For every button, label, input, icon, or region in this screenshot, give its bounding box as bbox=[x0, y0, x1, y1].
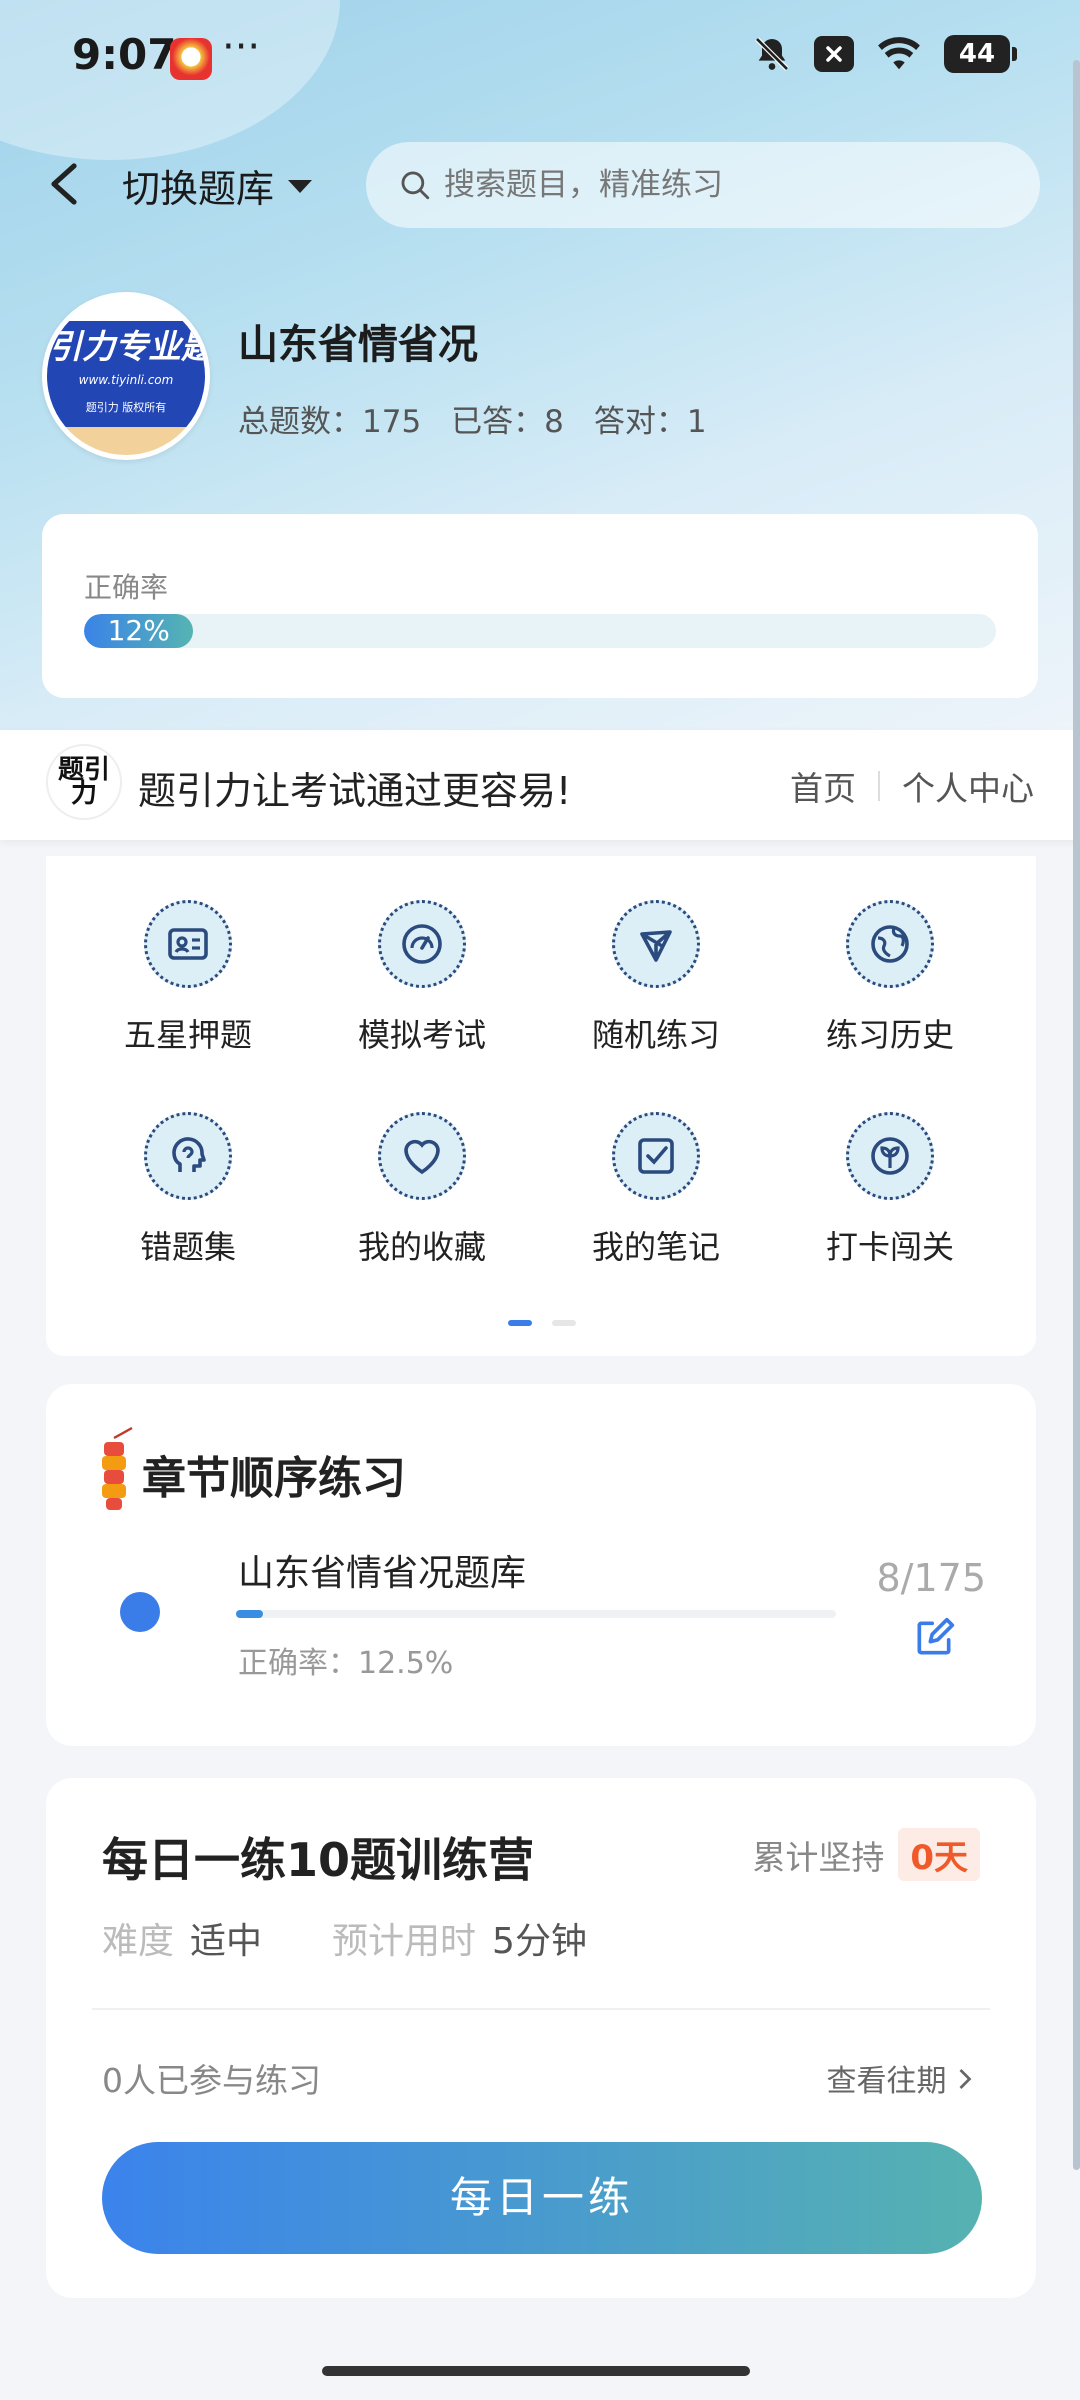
accuracy-label: 正确率 bbox=[84, 571, 169, 604]
network-icon bbox=[612, 900, 700, 988]
accuracy-progress-bar: 12% bbox=[84, 614, 996, 648]
bank-stats: 总题数：175 已答：8 答对：1 bbox=[238, 396, 707, 441]
grid-item-wrong-questions[interactable]: 错题集 bbox=[88, 1112, 288, 1268]
chapter-title: 章节顺序练习 bbox=[142, 1453, 406, 1504]
daily-practice-card: 每日一练10题训练营 累计坚持 0天 难度 适中 预计用时 5分钟 0人已参与练习 … bbox=[46, 1778, 1036, 2298]
speedometer-icon bbox=[378, 900, 466, 988]
pager-dot[interactable] bbox=[552, 1320, 576, 1326]
promo-banner: 题引力 题引力让考试通过更容易! 首页 个人中心 bbox=[0, 730, 1080, 840]
divider bbox=[92, 2008, 990, 2010]
chapter-practice-card: 章节顺序练习 山东省情省况题库 正确率：12.5% 8/175 bbox=[46, 1384, 1036, 1746]
home-indicator[interactable] bbox=[322, 2366, 750, 2376]
status-time: 9:07 bbox=[72, 30, 177, 79]
estimated-time: 预计用时 5分钟 bbox=[332, 1921, 587, 1962]
days-badge: 0天 bbox=[898, 1828, 980, 1881]
daily-practice-button[interactable]: 每日一练 bbox=[102, 2142, 982, 2254]
banner-slogan: 题引力让考试通过更容易! bbox=[138, 769, 572, 813]
switch-bank-label: 切换题库 bbox=[122, 167, 275, 211]
heart-icon bbox=[378, 1112, 466, 1200]
grid-item-notes[interactable]: 我的笔记 bbox=[556, 1112, 756, 1268]
chapter-accuracy: 正确率：12.5% bbox=[238, 1646, 454, 1681]
search-bar[interactable] bbox=[366, 142, 1040, 228]
difficulty: 难度 适中 bbox=[102, 1921, 263, 1962]
daily-meta: 难度 适中 预计用时 5分钟 bbox=[102, 1912, 587, 1964]
bell-muted-icon bbox=[755, 37, 789, 71]
nav-divider bbox=[878, 771, 880, 801]
accuracy-card: 正确率 12% bbox=[42, 514, 1038, 698]
wifi-icon bbox=[878, 37, 920, 70]
grid-item-random-practice[interactable]: 随机练习 bbox=[556, 900, 756, 1056]
stat-correct: 答对：1 bbox=[593, 404, 707, 440]
chapter-progress-fill bbox=[236, 1610, 264, 1618]
grid-item-favorites[interactable]: 我的收藏 bbox=[322, 1112, 522, 1268]
chapter-count: 8/175 bbox=[876, 1556, 986, 1600]
chapter-bank-name[interactable]: 山东省情省况题库 bbox=[238, 1544, 526, 1596]
pager-dot-active[interactable] bbox=[508, 1320, 532, 1326]
head-icon bbox=[144, 1112, 232, 1200]
app-notification-icon bbox=[170, 38, 212, 80]
search-input[interactable] bbox=[444, 167, 1004, 203]
grid-pager bbox=[508, 1320, 576, 1326]
search-icon bbox=[401, 171, 430, 200]
bank-title: 山东省情省况 bbox=[238, 322, 478, 368]
grid-item-five-star[interactable]: 五星押题 bbox=[88, 900, 288, 1056]
participants-count: 0人已参与练习 bbox=[102, 2061, 321, 2100]
nav-home-link[interactable]: 首页 bbox=[790, 762, 856, 810]
nav-profile-link[interactable]: 个人中心 bbox=[902, 762, 1034, 810]
id-card-icon bbox=[144, 900, 232, 988]
accuracy-progress-fill: 12% bbox=[84, 614, 194, 648]
chapter-indicator-dot bbox=[120, 1592, 160, 1632]
caret-down-icon bbox=[288, 179, 313, 193]
tiyinli-logo: 题引力 bbox=[46, 744, 122, 820]
chapter-progress-bar bbox=[236, 1610, 836, 1618]
edit-icon[interactable] bbox=[912, 1616, 956, 1660]
view-history-link[interactable]: 查看往期 bbox=[826, 2056, 974, 2100]
back-icon[interactable] bbox=[46, 162, 86, 206]
close-box-icon bbox=[814, 36, 854, 72]
firecracker-icon bbox=[102, 1426, 133, 1510]
stat-answered: 已答：8 bbox=[451, 404, 564, 440]
persist-streak: 累计坚持 0天 bbox=[752, 1828, 980, 1881]
question-bank-logo: 引力专业题 www.tiyinli.com 题引力 版权所有 bbox=[42, 292, 210, 460]
switch-bank-dropdown[interactable]: 切换题库 bbox=[122, 158, 314, 213]
scrollbar[interactable] bbox=[1073, 60, 1080, 2170]
stat-total: 总题数：175 bbox=[238, 404, 422, 440]
battery-icon: 44 bbox=[944, 35, 1017, 73]
status-bar: 9:07 ··· 44 bbox=[0, 0, 1080, 118]
grid-item-checkin[interactable]: 打卡闯关 bbox=[790, 1112, 990, 1268]
function-grid: 五星押题 模拟考试 随机练习 练习历史 错题集 我的收藏 我的笔记 打卡闯关 bbox=[46, 856, 1036, 1356]
daily-title: 每日一练10题训练营 bbox=[102, 1833, 535, 1887]
more-notifications-icon: ··· bbox=[222, 24, 261, 70]
chevron-right-icon bbox=[959, 2069, 972, 2089]
grid-item-mock-exam[interactable]: 模拟考试 bbox=[322, 900, 522, 1056]
note-check-icon bbox=[612, 1112, 700, 1200]
grid-item-practice-history[interactable]: 练习历史 bbox=[790, 900, 990, 1056]
globe-icon bbox=[846, 900, 934, 988]
leaf-icon bbox=[846, 1112, 934, 1200]
